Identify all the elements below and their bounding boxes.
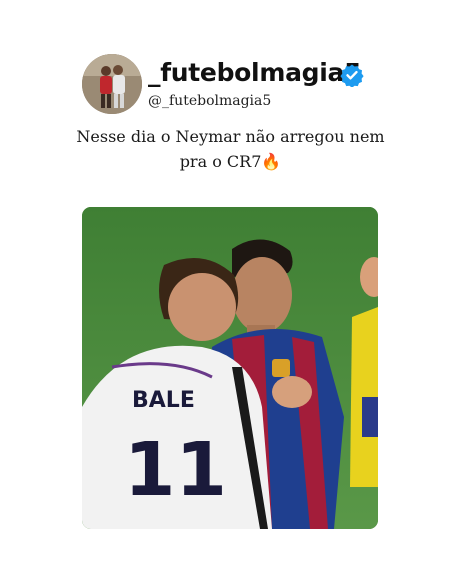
jersey-number: 11 [124,427,227,513]
account-handle[interactable]: @_futebolmagia5 [148,93,271,109]
post-photo[interactable]: BALE 11 [82,207,378,529]
display-name[interactable]: _futebolmagia5 [148,58,361,87]
jersey-name: BALE [132,388,195,413]
caption-line-1: Nesse dia o Neymar não arregou nem [76,127,385,146]
verified-badge-icon [340,64,364,87]
hand [272,376,312,408]
post-caption: Nesse dia o Neymar não arregou nem pra o… [40,124,421,174]
profile-avatar[interactable] [82,54,142,114]
caption-line-2: pra o CR7🔥 [179,152,282,171]
post-header: _futebolmagia5 @_futebolmagia5 [82,54,382,114]
